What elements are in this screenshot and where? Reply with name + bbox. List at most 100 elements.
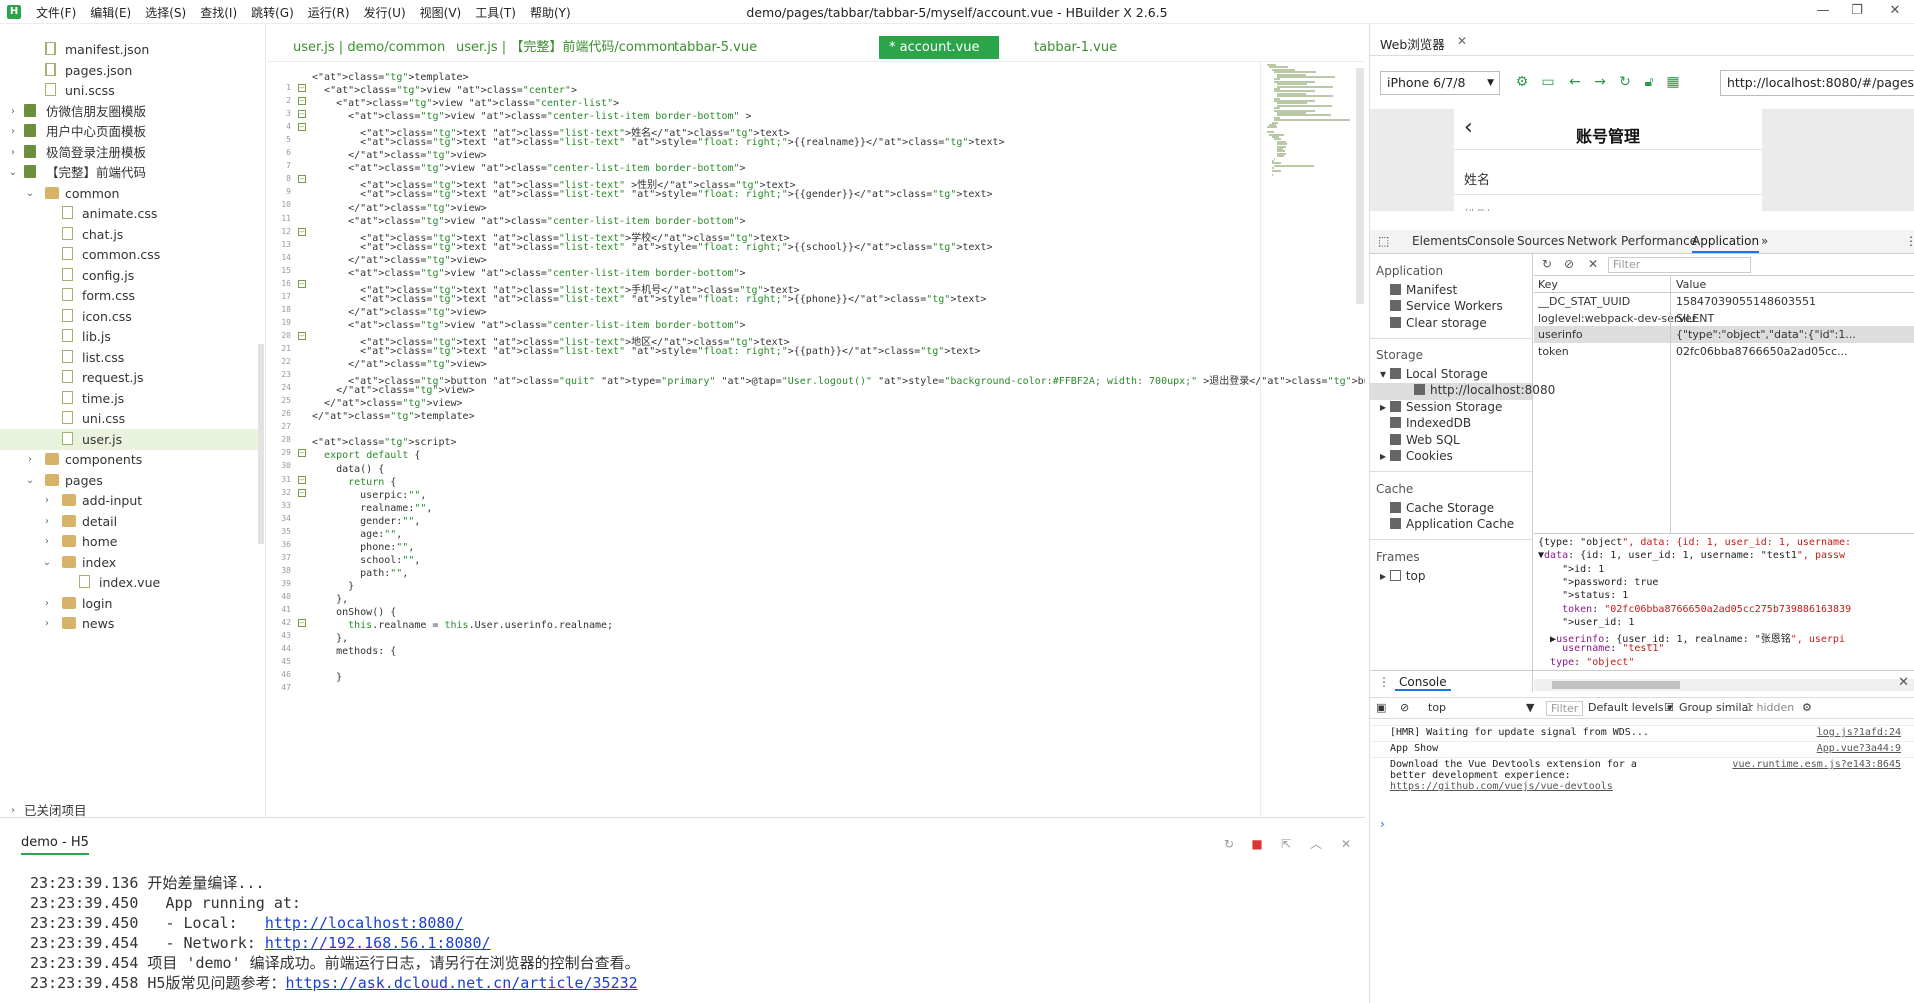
console-settings-icon[interactable]: ⚙ xyxy=(1802,701,1812,714)
fold-toggle-icon[interactable]: − xyxy=(298,449,306,458)
more-tabs-icon[interactable]: » xyxy=(1761,234,1768,248)
drawer-console-tab[interactable]: Console xyxy=(1395,675,1451,691)
code-line[interactable]: <"at">class="tg">view "at">class="center… xyxy=(312,216,745,227)
close-icon[interactable]: ✕ xyxy=(1886,3,1904,19)
block-icon[interactable]: ⊘ xyxy=(1564,257,1574,271)
key-header[interactable]: Key xyxy=(1538,276,1558,292)
lock-icon[interactable]: 🔓︎ xyxy=(1641,74,1657,90)
restart-icon[interactable]: ↻ xyxy=(1222,837,1236,851)
tab-sources[interactable]: Sources xyxy=(1517,234,1564,248)
message-source-link[interactable]: vue.runtime.esm.js?e143:8645 xyxy=(1732,759,1901,770)
qr-code-icon[interactable]: ▦ xyxy=(1665,74,1681,90)
tree-item[interactable]: › detail xyxy=(0,511,258,532)
code-line[interactable]: }, xyxy=(312,633,348,644)
code-line[interactable]: <"at">class="tg">text "at">class="list-t… xyxy=(312,294,986,305)
tree-item[interactable]: uni.css xyxy=(0,408,258,429)
json-line[interactable]: {type: "object", data: {id: 1, user_id: … xyxy=(1538,537,1851,548)
console-prompt-icon[interactable]: › xyxy=(1380,817,1385,831)
chevron-down-icon[interactable]: ⌄ xyxy=(42,552,52,573)
cookies-item[interactable]: ▸ Cookies xyxy=(1380,449,1453,463)
name-row[interactable]: 姓名 xyxy=(1464,169,1490,188)
code-line[interactable]: <"at">class="tg">text "at">class="list-t… xyxy=(312,189,992,200)
device-select[interactable]: iPhone 6/7/8 ▼ xyxy=(1380,71,1500,95)
close-console-icon[interactable]: ✕ xyxy=(1339,837,1353,851)
tree-item[interactable]: user.js xyxy=(0,428,258,450)
code-line[interactable]: <"at">class="tg">text "at">class="list-t… xyxy=(312,346,980,357)
cache-storage-item[interactable]: Cache Storage xyxy=(1390,501,1494,515)
fold-toggle-icon[interactable]: − xyxy=(298,331,306,340)
maximize-icon[interactable]: ❐ xyxy=(1848,3,1866,19)
json-line[interactable]: ">user_id: 1 xyxy=(1538,617,1634,628)
tree-item[interactable]: config.js xyxy=(0,265,258,286)
editor-scrollbar[interactable] xyxy=(1356,68,1364,304)
tree-item[interactable]: list.css xyxy=(0,347,258,368)
tab-elements[interactable]: Elements xyxy=(1412,234,1468,248)
code-line[interactable]: <"at">class="tg">view "at">class="center… xyxy=(312,320,745,331)
fold-toggle-icon[interactable]: − xyxy=(298,123,306,132)
url-input[interactable]: http://localhost:8080/#/pages/ xyxy=(1720,70,1914,96)
code-line[interactable]: <"at">class="tg">text "at">class="list-t… xyxy=(312,242,992,253)
code-line[interactable]: this.realname = this.User.userinfo.realn… xyxy=(312,620,613,631)
clear-storage-item[interactable]: Clear storage xyxy=(1390,316,1487,330)
code-line[interactable]: onShow() { xyxy=(312,607,396,618)
code-line[interactable]: return { xyxy=(312,477,396,488)
tree-item[interactable]: ⌄ common xyxy=(0,183,258,204)
code-line[interactable]: data() { xyxy=(312,464,384,475)
tree-item[interactable]: common.css xyxy=(0,244,258,265)
menu-tools[interactable]: 工具(T) xyxy=(475,4,516,21)
chevron-down-icon[interactable]: ⌄ xyxy=(8,162,18,183)
chevron-right-icon[interactable]: › xyxy=(8,101,18,122)
inspect-icon[interactable]: ⬚ xyxy=(1378,234,1389,248)
json-line[interactable]: ">status: 1 xyxy=(1538,590,1628,601)
fold-toggle-icon[interactable]: − xyxy=(298,110,306,119)
menu-edit[interactable]: 编辑(E) xyxy=(90,4,131,21)
code-line[interactable]: <"at">class="tg">template> xyxy=(312,72,469,83)
tree-item[interactable]: chat.js xyxy=(0,224,258,245)
code-line[interactable]: school:"", xyxy=(312,555,420,566)
code-line[interactable]: <"at">class="tg">view "at">class="center… xyxy=(312,163,745,174)
filter-input[interactable]: Filter xyxy=(1608,257,1751,273)
chevron-right-icon[interactable]: › xyxy=(42,511,52,532)
message-source-link[interactable]: log.js?1afd:24 xyxy=(1817,727,1901,738)
chevron-up-icon[interactable]: ︿ xyxy=(1309,837,1323,851)
chevron-right-icon[interactable]: › xyxy=(25,449,35,470)
menu-help[interactable]: 帮助(Y) xyxy=(530,4,571,21)
tree-item[interactable]: request.js xyxy=(0,367,258,388)
frame-top-item[interactable]: ▸ top xyxy=(1380,569,1426,583)
sidebar-toggle-icon[interactable]: ▣ xyxy=(1376,701,1386,714)
tree-item[interactable]: › 极简登录注册模板 xyxy=(0,142,258,163)
menu-select[interactable]: 选择(S) xyxy=(145,4,186,21)
fold-toggle-icon[interactable]: − xyxy=(298,619,306,628)
table-row[interactable]: userinfo {"type":"object","data":{"id":1.… xyxy=(1534,326,1914,343)
table-row[interactable]: loglevel:webpack-dev-server SILENT xyxy=(1534,310,1914,327)
close-drawer-icon[interactable]: ✕ xyxy=(1898,675,1909,690)
tree-item[interactable]: form.css xyxy=(0,285,258,306)
menu-file[interactable]: 文件(F) xyxy=(36,4,76,21)
value-header[interactable]: Value xyxy=(1676,276,1706,292)
json-line[interactable]: ">id: 1 xyxy=(1538,564,1604,575)
chevron-right-icon[interactable]: › xyxy=(8,121,18,142)
menu-publish[interactable]: 发行(U) xyxy=(364,4,406,21)
console-tab-demo-h5[interactable]: demo - H5 xyxy=(21,835,89,855)
fold-toggle-icon[interactable]: − xyxy=(298,279,306,288)
fold-toggle-icon[interactable]: − xyxy=(298,475,306,484)
kebab-menu-icon[interactable]: ⋮ xyxy=(1905,234,1914,248)
code-line[interactable]: <"at">class="tg">script> xyxy=(312,437,457,448)
clear-console-icon[interactable]: ⊘ xyxy=(1400,701,1409,714)
code-line[interactable]: <"at">class="tg">view "at">class="center… xyxy=(312,98,619,109)
tab-user-js-full[interactable]: user.js | 【完整】前端代码/common xyxy=(446,36,685,59)
local-storage-origin-item[interactable]: http://localhost:8080 xyxy=(1370,383,1555,400)
minimap[interactable] xyxy=(1260,62,1352,817)
console-toggle-icon[interactable]: ▭ xyxy=(1540,74,1556,90)
code-line[interactable]: gender:"", xyxy=(312,516,420,527)
tab-application[interactable]: Application xyxy=(1692,234,1760,253)
tab-account-vue[interactable]: * account.vue xyxy=(879,36,999,59)
code-line[interactable]: <"at">class="tg">view "at">class="center… xyxy=(312,268,745,279)
console-link[interactable]: http://192.168.56.1:8080/ xyxy=(265,934,491,952)
fold-toggle-icon[interactable]: − xyxy=(298,175,306,184)
tree-item[interactable]: uni.scss xyxy=(0,80,258,101)
sidebar-scrollbar[interactable] xyxy=(258,344,264,544)
code-line[interactable]: } xyxy=(312,672,342,683)
console-link[interactable]: http://localhost:8080/ xyxy=(265,914,464,932)
web-sql-item[interactable]: Web SQL xyxy=(1390,433,1460,447)
